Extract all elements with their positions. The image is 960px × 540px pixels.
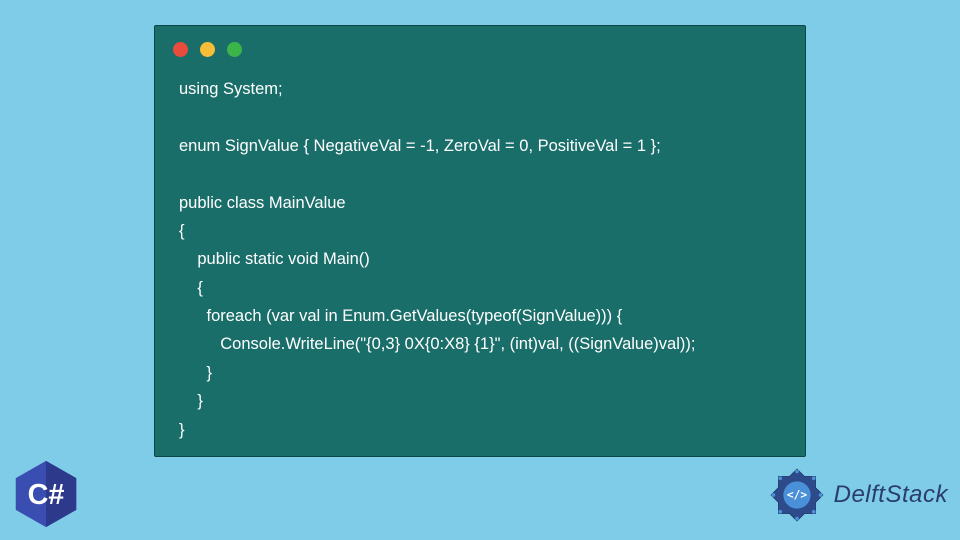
code-line: using System; — [179, 80, 283, 98]
delftstack-brand-name: DelftStack — [834, 481, 948, 509]
code-line: Console.WriteLine("{0,3} 0X{0:X8} {1}", … — [179, 335, 695, 353]
code-line: } — [179, 392, 203, 410]
close-icon — [173, 42, 188, 57]
svg-text:</>: </> — [787, 489, 807, 502]
code-content: using System; enum SignValue { NegativeV… — [155, 65, 805, 464]
code-line: enum SignValue { NegativeVal = -1, ZeroV… — [179, 137, 661, 155]
code-line: public static void Main() — [179, 250, 370, 268]
minimize-icon — [200, 42, 215, 57]
code-line: { — [179, 222, 185, 240]
maximize-icon — [227, 42, 242, 57]
code-line: public class MainValue — [179, 194, 346, 212]
code-window: using System; enum SignValue { NegativeV… — [154, 25, 806, 457]
csharp-text: C# — [28, 479, 65, 511]
delftstack-logo: </> DelftStack — [766, 464, 948, 526]
csharp-language-badge: C# — [10, 458, 82, 530]
delftstack-icon: </> — [766, 464, 828, 526]
code-line: foreach (var val in Enum.GetValues(typeo… — [179, 307, 622, 325]
code-line: } — [179, 364, 212, 382]
code-line: } — [179, 421, 185, 439]
window-controls — [155, 26, 805, 65]
code-line: { — [179, 279, 203, 297]
